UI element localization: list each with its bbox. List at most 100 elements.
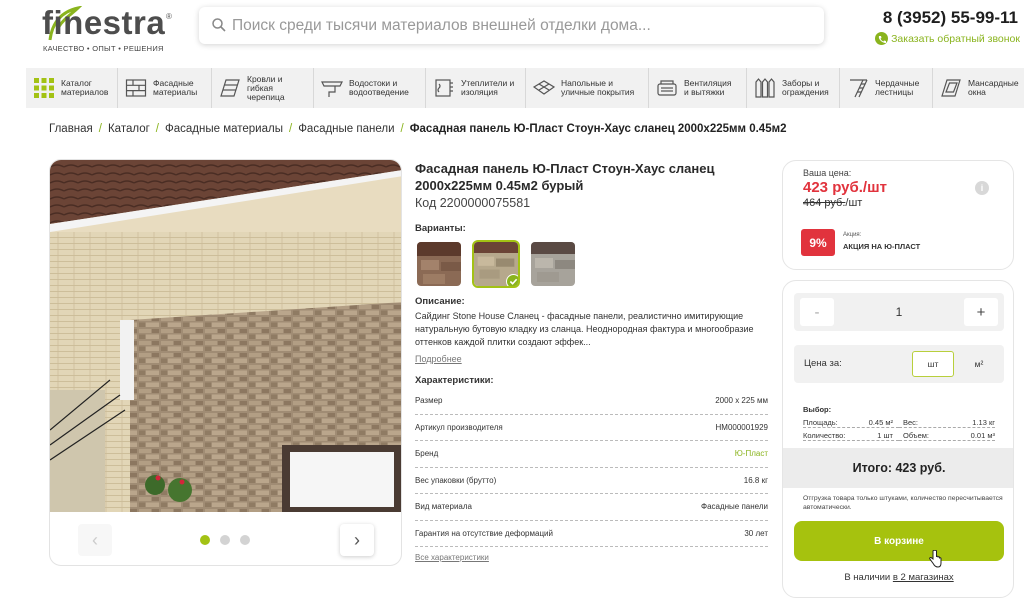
phone-number[interactable]: 8 (3952) 55-99-11: [883, 8, 1018, 28]
grid-icon: [34, 78, 54, 98]
breadcrumb-facade-materials[interactable]: Фасадные материалы: [165, 123, 283, 135]
your-price-label: Ваша цена:: [803, 168, 852, 178]
in-cart-button[interactable]: В корзине: [794, 521, 1004, 568]
callback-link[interactable]: Заказать обратный звонок: [875, 32, 1020, 45]
old-price-value: 464 руб.: [803, 197, 846, 209]
product-photo[interactable]: [50, 160, 402, 512]
variant-image: [531, 242, 575, 286]
roof-icon: [220, 79, 240, 97]
category-ladder[interactable]: Чердачные лестницы: [840, 68, 933, 108]
area-value: 0.45 м²: [868, 417, 893, 427]
gallery-dot[interactable]: [240, 535, 250, 545]
spec-row: Бренд Ю-Пласт: [415, 441, 768, 468]
breadcrumb-separator: /: [400, 123, 404, 135]
weight-value: 1.13 кг: [972, 417, 995, 427]
all-specs-link[interactable]: Все характеристики: [415, 553, 489, 562]
breadcrumb-catalog[interactable]: Каталог: [108, 123, 150, 135]
specs-label: Характеристики:: [415, 375, 494, 386]
category-insulation[interactable]: Утеплители и изоляция: [426, 68, 526, 108]
breadcrumb-separator: /: [155, 123, 159, 135]
increase-quantity-button[interactable]: +: [964, 298, 998, 326]
info-icon[interactable]: i: [975, 181, 989, 195]
stores-link[interactable]: в 2 магазинах: [893, 572, 954, 583]
promo-caption: Акция:: [843, 232, 862, 238]
weight-cell: Вес: 1.13 кг: [899, 418, 995, 428]
category-window[interactable]: Мансардные окна: [933, 68, 1023, 108]
promo-name[interactable]: АКЦИЯ НА Ю-ПЛАСТ: [843, 242, 920, 251]
variants-label: Варианты:: [415, 223, 466, 234]
volume-cell: Объем: 0.01 м³: [899, 431, 995, 441]
search-box[interactable]: [199, 7, 824, 44]
category-label: Чердачные лестницы: [875, 78, 920, 97]
weight-label: Вес:: [903, 417, 919, 427]
order-total: Итого: 423 руб.: [783, 448, 1013, 488]
gallery-prev-button[interactable]: ‹: [78, 524, 112, 556]
fence-icon: [755, 78, 775, 98]
order-card: - 1 + Цена за: шт м² Выбор: Площадь: 0.4…: [782, 280, 1014, 598]
spec-name: Бренд: [415, 449, 439, 459]
gallery-next-button[interactable]: ›: [340, 524, 374, 556]
gallery-dot-active[interactable]: [200, 535, 210, 545]
ladder-icon: [850, 79, 868, 98]
facade-icon: [125, 79, 147, 97]
breadcrumb-current: Фасадная панель Ю-Пласт Стоун-Хаус слане…: [409, 123, 787, 135]
description-label: Описание:: [415, 296, 465, 307]
variant-thumb-selected[interactable]: [472, 240, 520, 288]
spec-name: Размер: [415, 396, 443, 406]
price-for-label: Цена за:: [804, 358, 842, 369]
category-label: Заборы и ограждения: [782, 78, 829, 97]
current-price: 423 руб./шт: [803, 179, 887, 196]
price-card: Ваша цена: 423 руб./шт 464 руб./шт i 9% …: [782, 160, 1014, 270]
spec-value: Фасадные панели: [700, 502, 768, 512]
unit-piece-option[interactable]: шт: [912, 351, 954, 377]
stock-availability: В наличии в 2 магазинах: [783, 572, 1013, 583]
spec-value: 30 лет: [744, 528, 768, 538]
read-more-link[interactable]: Подробнее: [415, 354, 462, 364]
category-catalog[interactable]: Каталог материалов: [26, 68, 118, 108]
breadcrumb-separator: /: [98, 123, 102, 135]
category-label: Кровли и гибкая черепица: [247, 73, 285, 102]
spec-value: 16.8 кг: [743, 475, 768, 485]
count-value: 1 шт: [877, 430, 893, 440]
gutter-icon: [321, 81, 343, 97]
volume-label: Объем:: [903, 430, 929, 440]
category-label: Фасадные материалы: [153, 78, 198, 97]
stock-prefix: В наличии: [844, 572, 893, 583]
spec-row: Вид материала Фасадные панели: [415, 494, 768, 521]
quantity-value[interactable]: 1: [864, 293, 934, 331]
breadcrumb-separator: /: [288, 123, 293, 135]
spec-name: Артикул производителя: [415, 422, 503, 432]
breadcrumb: Главная / Каталог / Фасадные материалы /…: [49, 123, 787, 135]
selection-summary: Площадь: 0.45 м² Вес: 1.13 кг Количество…: [803, 416, 995, 442]
shipping-note: Отгрузка товара только штуками, количест…: [803, 495, 1003, 511]
category-label: Вентиляция и вытяжки: [684, 78, 732, 97]
search-icon: [212, 18, 226, 32]
logo-wordmark: finestra: [42, 4, 166, 41]
breadcrumb-home[interactable]: Главная: [49, 123, 93, 135]
site-logo[interactable]: finestra ® КАЧЕСТВО • ОПЫТ • РЕШЕНИЯ: [42, 4, 172, 54]
registered-mark: ®: [166, 12, 172, 21]
spec-value: HM000001929: [715, 422, 768, 432]
breadcrumb-facade-panels[interactable]: Фасадные панели: [298, 123, 394, 135]
unit-area-option[interactable]: м²: [960, 351, 998, 377]
insulation-icon: [435, 79, 453, 97]
category-fence[interactable]: Заборы и ограждения: [747, 68, 840, 108]
volume-value: 0.01 м³: [970, 430, 995, 440]
variant-thumb[interactable]: [415, 240, 463, 288]
spec-name: Вид материала: [415, 502, 472, 512]
variant-thumb[interactable]: [529, 240, 577, 288]
decrease-quantity-button[interactable]: -: [800, 298, 834, 326]
brand-link[interactable]: Ю-Пласт: [735, 449, 768, 458]
category-roof[interactable]: Кровли и гибкая черепица: [212, 68, 314, 108]
gallery-dot[interactable]: [220, 535, 230, 545]
category-floor[interactable]: Напольные и уличные покрытия: [526, 68, 649, 108]
product-description: Сайдинг Stone House Сланец - фасадные па…: [415, 311, 754, 347]
search-input[interactable]: [232, 7, 812, 44]
category-label: Водостоки и водоотведение: [349, 78, 409, 97]
category-label: Каталог материалов: [61, 78, 109, 97]
category-ventilation[interactable]: Вентиляция и вытяжки: [649, 68, 747, 108]
spec-name: Вес упаковки (брутто): [415, 475, 497, 485]
selection-label: Выбор:: [803, 405, 832, 414]
category-facade[interactable]: Фасадные материалы: [118, 68, 212, 108]
category-gutter[interactable]: Водостоки и водоотведение: [314, 68, 426, 108]
